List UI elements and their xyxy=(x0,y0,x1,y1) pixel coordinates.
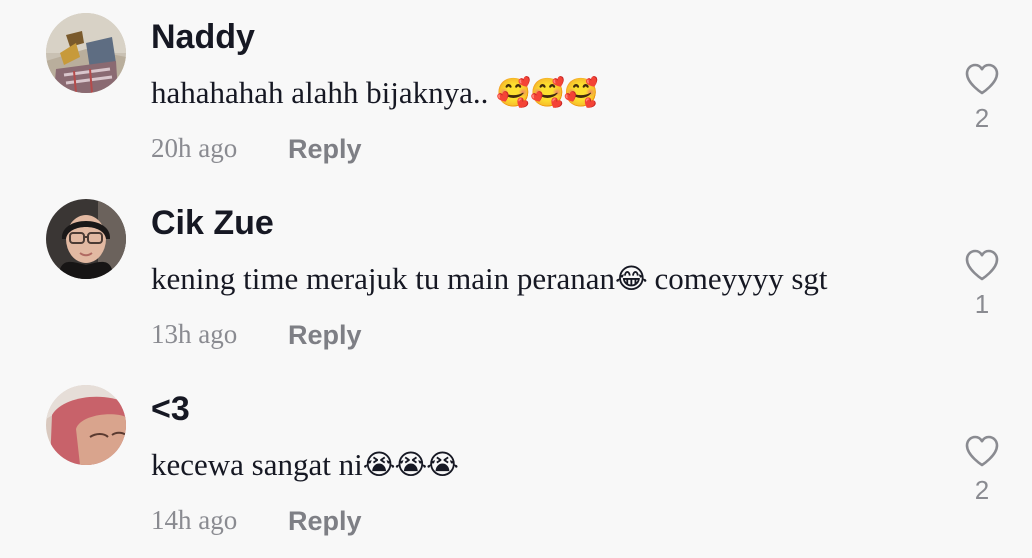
like-count: 2 xyxy=(974,103,990,133)
comment-timestamp: 20h ago xyxy=(151,133,238,163)
like-button[interactable]: 2 xyxy=(960,62,1004,134)
heart-outline-icon xyxy=(965,63,999,95)
like-button[interactable]: 1 xyxy=(960,248,1004,320)
comment-text-tail: comeyyyy sgt xyxy=(646,261,828,296)
comment-timestamp: 14h ago xyxy=(151,505,238,535)
like-button[interactable]: 2 xyxy=(960,434,1004,506)
heart-outline-icon xyxy=(965,435,999,467)
reply-button[interactable]: Reply xyxy=(288,503,362,539)
comment-username[interactable]: Cik Zue xyxy=(151,201,274,245)
comment-item: <3 kecewa sangat ni😭😭😭 14h ago Reply 2 xyxy=(0,372,1032,558)
comment-item: Naddy hahahahah alahh bijaknya.. 🥰🥰🥰 20h… xyxy=(0,0,1032,186)
reply-button[interactable]: Reply xyxy=(288,317,362,353)
comment-text-body: kening time merajuk tu main peranan xyxy=(151,261,615,296)
avatar[interactable] xyxy=(46,199,126,279)
comment-text-body: hahahahah alahh bijaknya.. xyxy=(151,75,497,110)
comment-text: kening time merajuk tu main peranan😂 com… xyxy=(151,259,828,299)
comment-username[interactable]: Naddy xyxy=(151,15,255,59)
reply-button[interactable]: Reply xyxy=(288,131,362,167)
avatar[interactable] xyxy=(46,385,126,465)
avatar[interactable] xyxy=(46,13,126,93)
like-count: 2 xyxy=(974,475,990,505)
comment-timestamp: 13h ago xyxy=(151,319,238,349)
comment-text-body: kecewa sangat ni xyxy=(151,447,363,482)
heart-outline-icon xyxy=(965,249,999,281)
comment-item: Cik Zue kening time merajuk tu main pera… xyxy=(0,186,1032,372)
avatar-image-icon xyxy=(46,385,126,465)
comment-text: hahahahah alahh bijaknya.. 🥰🥰🥰 xyxy=(151,73,599,113)
comment-text: kecewa sangat ni😭😭😭 xyxy=(151,445,459,485)
avatar-image-icon xyxy=(46,199,126,279)
comment-emojis: 😭😭😭 xyxy=(362,448,459,481)
comment-emojis: 🥰🥰🥰 xyxy=(496,76,599,109)
comment-emoji: 😂 xyxy=(615,262,648,295)
like-count: 1 xyxy=(974,289,990,319)
comment-username[interactable]: <3 xyxy=(151,387,190,431)
avatar-image-icon xyxy=(46,13,126,93)
